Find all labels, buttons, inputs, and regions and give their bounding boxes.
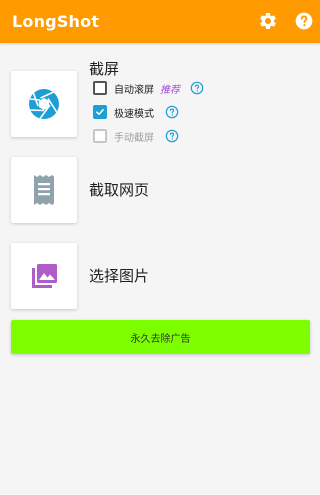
webpage-tile[interactable] (11, 157, 77, 223)
receipt-icon (34, 175, 54, 205)
help-circle-icon (190, 81, 204, 95)
fast-mode-checkbox[interactable] (93, 105, 107, 119)
option-auto-scroll[interactable]: 自动滚屏 推荐 (93, 79, 204, 97)
screenshot-title: 截屏 (89, 60, 120, 78)
manual-capture-checkbox (93, 129, 107, 143)
gear-icon (260, 12, 276, 29)
option-manual-capture: 手动截屏 (93, 127, 179, 145)
camera-shutter-icon (29, 89, 59, 119)
auto-scroll-label: 自动滚屏 (114, 84, 154, 96)
fast-mode-help-button[interactable] (165, 105, 179, 119)
auto-scroll-help-button[interactable] (190, 81, 204, 95)
images-title: 选择图片 (89, 267, 150, 285)
fast-mode-label: 极速模式 (114, 108, 154, 120)
auto-scroll-checkbox[interactable] (93, 81, 107, 95)
help-circle-icon (295, 12, 313, 30)
photo-library-icon (32, 264, 57, 288)
help-button[interactable] (294, 11, 314, 31)
recommended-tag: 推荐 (160, 84, 180, 96)
screenshot-tile[interactable] (11, 71, 77, 137)
app-title: LongShot (12, 12, 100, 31)
manual-capture-label: 手动截屏 (114, 132, 154, 144)
manual-capture-help-button[interactable] (165, 129, 179, 143)
settings-button[interactable] (258, 11, 278, 31)
app-bar: LongShot (0, 0, 320, 43)
remove-ads-button[interactable]: 永久去除广告 (11, 320, 310, 354)
option-fast-mode[interactable]: 极速模式 (93, 103, 179, 121)
webpage-title: 截取网页 (89, 181, 150, 199)
help-circle-icon (165, 129, 179, 143)
check-icon (96, 109, 104, 115)
images-tile[interactable] (11, 243, 77, 309)
help-circle-icon (165, 105, 179, 119)
